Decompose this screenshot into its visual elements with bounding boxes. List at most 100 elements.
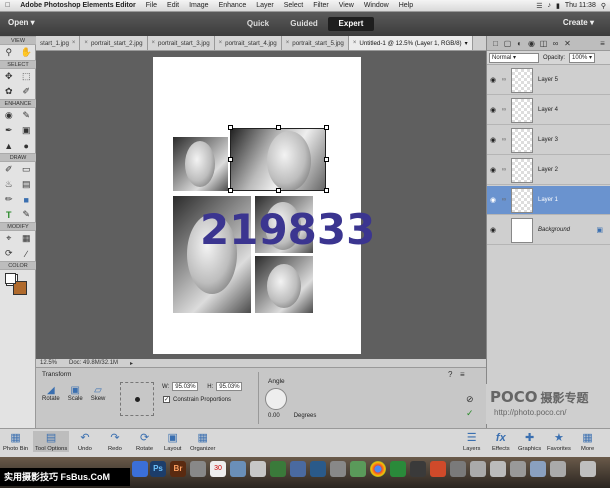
marquee-tool-icon[interactable]: ⬚: [21, 71, 32, 82]
panel-menu-icon[interactable]: ≡: [460, 370, 465, 379]
dock-app-icon[interactable]: [510, 461, 526, 477]
dock-app-icon[interactable]: [410, 461, 426, 477]
layer-row[interactable]: ◉ ∞ Layer 4: [487, 96, 610, 125]
color-swatches[interactable]: [0, 270, 35, 300]
zoom-tool-icon[interactable]: ⚲: [3, 47, 14, 58]
help-icon[interactable]: ?: [448, 370, 452, 379]
dock-app-icon[interactable]: [270, 461, 286, 477]
tab-document[interactable]: × portrait_start_4.jpg: [214, 36, 282, 50]
tool-options-button[interactable]: ▤ Tool Options: [33, 431, 70, 452]
gradient-tool-icon[interactable]: ▤: [21, 179, 32, 190]
layers-button[interactable]: ☰ Layers: [463, 431, 480, 452]
layout-button[interactable]: ▣ Layout: [164, 431, 181, 452]
menu-layer[interactable]: Layer: [251, 2, 279, 9]
favorites-button[interactable]: ★ Favorites: [547, 431, 571, 452]
scale-button[interactable]: ▣ Scale: [68, 384, 83, 403]
mode-quick[interactable]: Quick: [236, 17, 280, 31]
recompose-tool-icon[interactable]: ▦: [21, 233, 32, 244]
calendar-icon[interactable]: 30: [210, 461, 226, 477]
dock-app-icon[interactable]: [330, 461, 346, 477]
blur-tool-icon[interactable]: ▲: [3, 140, 14, 151]
dock-app-icon[interactable]: [450, 461, 466, 477]
color-picker-icon[interactable]: ✏: [3, 194, 14, 205]
status-menu-icon[interactable]: ▸: [130, 360, 133, 367]
eye-icon[interactable]: ◉: [487, 136, 499, 144]
constrain-checkbox[interactable]: ✓: [163, 396, 170, 403]
eye-icon[interactable]: ◉: [487, 196, 499, 204]
tab-active-document[interactable]: × Untitled-1 @ 12.5% (Layer 1, RGB/8) ▾: [348, 36, 473, 50]
undo-button[interactable]: ↶ Undo: [78, 431, 92, 452]
tab-document[interactable]: × portrait_start_3.jpg: [147, 36, 215, 50]
delete-layer-icon[interactable]: ✕: [563, 39, 572, 48]
dock-app-icon[interactable]: [390, 461, 406, 477]
dock-app-icon[interactable]: [430, 461, 446, 477]
open-button[interactable]: Open ▾: [8, 18, 35, 27]
straighten-tool-icon[interactable]: ∕: [21, 248, 32, 259]
photo-layer-1[interactable]: [230, 128, 326, 191]
lasso-tool-icon[interactable]: ✿: [3, 86, 14, 97]
menu-window[interactable]: Window: [359, 2, 394, 9]
dock-app-icon[interactable]: [530, 461, 546, 477]
clone-stamp-icon[interactable]: ▣: [21, 125, 32, 136]
tab-document[interactable]: start_1.jpg ×: [36, 36, 81, 50]
tab-document[interactable]: × portrait_start_5.jpg: [281, 36, 349, 50]
more-button[interactable]: ▦ More: [581, 431, 594, 452]
search-icon[interactable]: ⚲: [601, 2, 606, 10]
dock-app-icon[interactable]: [250, 461, 266, 477]
menu-file[interactable]: File: [141, 2, 162, 9]
transform-handle[interactable]: [324, 157, 329, 162]
shape-tool-icon[interactable]: ■: [21, 194, 32, 205]
rotate-button[interactable]: ◢ Rotate: [42, 384, 60, 403]
menu-image[interactable]: Image: [184, 2, 213, 9]
quick-selection-icon[interactable]: ✐: [21, 86, 32, 97]
mode-expert[interactable]: Expert: [328, 17, 374, 31]
paint-bucket-icon[interactable]: ♨: [3, 179, 14, 190]
app-menu[interactable]: Adobe Photoshop Elements Editor: [15, 2, 141, 9]
link-icon[interactable]: ∞: [499, 137, 509, 143]
close-icon[interactable]: ×: [219, 36, 223, 50]
type-tool-icon[interactable]: T: [3, 209, 14, 220]
opacity-field[interactable]: 100% ▾: [569, 52, 596, 63]
layer-row[interactable]: ◉ ∞ Layer 5: [487, 66, 610, 95]
menu-edit[interactable]: Edit: [162, 2, 184, 9]
angle-value[interactable]: 0.00: [268, 413, 280, 419]
transform-handle[interactable]: [276, 125, 281, 130]
battery-icon[interactable]: ▮: [556, 2, 560, 10]
dock-app-icon[interactable]: [132, 461, 148, 477]
layer-row-background[interactable]: ◉ Background ▣: [487, 216, 610, 245]
eye-icon[interactable]: ◉: [487, 106, 499, 114]
mask-icon[interactable]: ◉: [527, 39, 536, 48]
clock[interactable]: Thu 11:38: [565, 2, 596, 9]
dock-app-icon[interactable]: [310, 461, 326, 477]
dock-app-icon[interactable]: [350, 461, 366, 477]
eye-icon[interactable]: ◉: [487, 166, 499, 174]
adjustment-layer-icon[interactable]: ◐: [515, 39, 524, 48]
eye-icon[interactable]: ◉: [487, 76, 499, 84]
eye-tool-icon[interactable]: ◉: [3, 110, 14, 121]
lock-all-icon[interactable]: ◫: [539, 39, 548, 48]
new-group-icon[interactable]: ▢: [503, 39, 512, 48]
dock-app-icon[interactable]: [550, 461, 566, 477]
eraser-tool-icon[interactable]: ▭: [21, 164, 32, 175]
pencil-tool-icon[interactable]: ✎: [21, 209, 32, 220]
smart-brush-icon[interactable]: ✒: [3, 125, 14, 136]
link-icon[interactable]: ∞: [499, 107, 509, 113]
layer-row[interactable]: ◉ ∞ Layer 2: [487, 156, 610, 185]
volume-icon[interactable]: ♪: [547, 2, 551, 9]
sponge-tool-icon[interactable]: ●: [21, 140, 32, 151]
move-tool-icon[interactable]: ✥: [3, 71, 14, 82]
hand-tool-icon[interactable]: ✋: [21, 47, 32, 58]
bridge-icon[interactable]: Br: [170, 461, 186, 477]
eye-icon[interactable]: ◉: [487, 226, 499, 234]
dock-app-icon[interactable]: [290, 461, 306, 477]
close-icon[interactable]: ×: [72, 36, 76, 50]
photo-bin-button[interactable]: ▦ Photo Bin: [3, 431, 28, 452]
dock-app-icon[interactable]: [230, 461, 246, 477]
create-button[interactable]: Create ▾: [563, 18, 594, 27]
menu-help[interactable]: Help: [394, 2, 418, 9]
layer-row-active[interactable]: ◉ ∞ Layer 1: [487, 186, 610, 215]
mode-guided[interactable]: Guided: [282, 17, 326, 31]
photoshop-icon[interactable]: Ps: [150, 461, 166, 477]
photo-layer-2[interactable]: [255, 256, 313, 313]
redo-button[interactable]: ↷ Redo: [108, 431, 122, 452]
